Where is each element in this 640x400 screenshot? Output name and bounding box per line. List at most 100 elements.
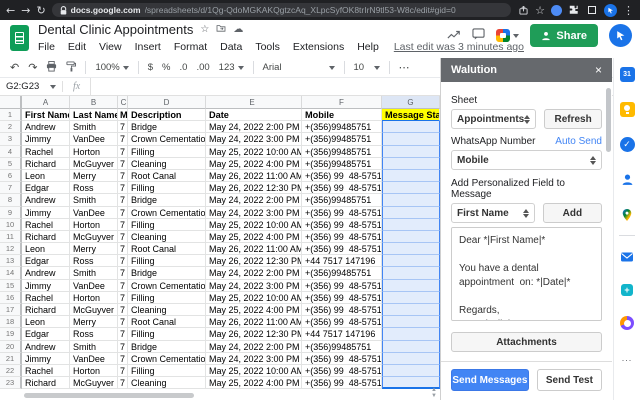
table-row[interactable]: 9 Jimmy VanDee 7 Crown Cementation May 24, 20… bbox=[0, 206, 440, 219]
contacts-icon[interactable] bbox=[620, 172, 635, 187]
percent-format-button[interactable]: % bbox=[162, 62, 170, 73]
cell[interactable]: 7 bbox=[118, 304, 128, 317]
cell[interactable]: 7 bbox=[118, 352, 128, 365]
cell[interactable]: VanDee bbox=[70, 279, 118, 292]
cell[interactable]: +(356) 99 48-5751 bbox=[302, 279, 382, 292]
cell[interactable]: Bridge bbox=[128, 340, 206, 353]
cell[interactable]: May 24, 2022 2:00 PM bbox=[206, 340, 302, 353]
row-number[interactable]: 17 bbox=[0, 304, 22, 317]
row-number[interactable]: 15 bbox=[0, 279, 22, 292]
selected-cell[interactable] bbox=[382, 267, 440, 280]
cell[interactable]: +(356)99485751 bbox=[302, 121, 382, 134]
share-button[interactable]: Share bbox=[530, 24, 598, 47]
cell[interactable]: 7 bbox=[118, 340, 128, 353]
cell[interactable]: Rachel bbox=[22, 145, 70, 158]
cell[interactable]: Bridge bbox=[128, 121, 206, 134]
cell[interactable]: May 24, 2022 2:00 PM bbox=[206, 267, 302, 280]
field-select[interactable]: First Name bbox=[451, 203, 535, 223]
cell[interactable]: Merry bbox=[70, 316, 118, 329]
attachments-button[interactable]: Attachments bbox=[451, 332, 602, 352]
col-header-d[interactable]: D bbox=[128, 96, 206, 109]
cell[interactable]: May 25, 2022 4:00 PM bbox=[206, 230, 302, 244]
cell[interactable]: 7 bbox=[118, 377, 128, 390]
calendar-icon[interactable]: 31 bbox=[619, 67, 635, 82]
cell[interactable]: Rachel bbox=[22, 291, 70, 304]
cell[interactable]: May 24, 2022 3:00 PM bbox=[206, 352, 302, 365]
currency-format-button[interactable]: $ bbox=[148, 62, 153, 73]
addon-teal-icon[interactable]: + bbox=[621, 284, 633, 296]
share-page-icon[interactable] bbox=[517, 4, 529, 16]
row-number[interactable]: 12 bbox=[0, 243, 22, 256]
table-row[interactable]: 22 Rachel Horton 7 Filling May 25, 2022 10:00… bbox=[0, 364, 440, 378]
cell[interactable]: Bridge bbox=[128, 267, 206, 280]
cell[interactable]: VanDee bbox=[70, 206, 118, 219]
cell[interactable]: VanDee bbox=[70, 133, 118, 146]
selected-cell[interactable] bbox=[382, 340, 440, 353]
undo-icon[interactable]: ↶ bbox=[10, 62, 19, 73]
cell[interactable]: Rachel bbox=[22, 218, 70, 231]
cell[interactable]: 7 bbox=[118, 169, 128, 183]
extensions-puzzle-icon[interactable] bbox=[568, 4, 580, 16]
cell[interactable]: Andrew bbox=[22, 267, 70, 280]
cell[interactable]: Edgar bbox=[22, 182, 70, 195]
table-row[interactable]: 2 Andrew Smith 7 Bridge May 24, 2022 2:00 PM +… bbox=[0, 121, 440, 134]
cell[interactable]: Horton bbox=[70, 145, 118, 158]
cell[interactable]: +44 7517 147196 bbox=[302, 328, 382, 341]
menu-tools[interactable]: Tools bbox=[255, 41, 280, 53]
table-row[interactable]: 10 Rachel Horton 7 Filling May 25, 2022 10:00… bbox=[0, 218, 440, 231]
sidebar-scrollbar[interactable] bbox=[606, 88, 611, 152]
cell[interactable]: Horton bbox=[70, 218, 118, 231]
cell[interactable]: May 25, 2022 10:00 AM bbox=[206, 218, 302, 231]
cell[interactable]: Root Canal bbox=[128, 243, 206, 256]
cell[interactable]: Cleaning bbox=[128, 157, 206, 170]
cell[interactable]: McGuyver bbox=[70, 230, 118, 244]
table-row[interactable]: 20 Andrew Smith 7 Bridge May 24, 2022 2:00 PM… bbox=[0, 340, 440, 353]
font-select[interactable]: Arial bbox=[263, 62, 335, 73]
star-icon[interactable]: ☆ bbox=[200, 24, 209, 35]
cell[interactable]: May 24, 2022 2:00 PM bbox=[206, 194, 302, 207]
close-icon[interactable]: × bbox=[595, 63, 602, 77]
table-row[interactable]: 7 Edgar Ross 7 Filling May 26, 2022 12:30 PM +… bbox=[0, 182, 440, 195]
maps-icon[interactable] bbox=[620, 207, 635, 222]
cell[interactable]: 7 bbox=[118, 364, 128, 378]
table-row[interactable]: 11 Richard McGuyver 7 Cleaning May 25, 2022 4… bbox=[0, 230, 440, 244]
cell[interactable]: 7 bbox=[118, 206, 128, 219]
font-size-select[interactable]: 10 bbox=[354, 62, 380, 73]
selected-cell[interactable] bbox=[382, 316, 440, 329]
cell[interactable]: Richard bbox=[22, 377, 70, 390]
row-number[interactable]: 18 bbox=[0, 316, 22, 329]
header-last-name[interactable]: Last Name bbox=[70, 109, 118, 122]
menu-file[interactable]: File bbox=[38, 41, 55, 53]
cell[interactable]: Ross bbox=[70, 182, 118, 195]
selected-cell[interactable] bbox=[382, 157, 440, 170]
row-number[interactable]: 23 bbox=[0, 377, 22, 390]
horizontal-scrollbar[interactable] bbox=[24, 393, 194, 398]
cell[interactable]: +(356) 99 48-5751 bbox=[302, 316, 382, 329]
menu-edit[interactable]: Edit bbox=[68, 41, 86, 53]
cell[interactable]: May 24, 2022 2:00 PM bbox=[206, 121, 302, 134]
table-row[interactable]: 21 Jimmy VanDee 7 Crown Cementation May 24, 2… bbox=[0, 352, 440, 365]
cell[interactable]: Merry bbox=[70, 243, 118, 256]
cell[interactable]: May 24, 2022 3:00 PM bbox=[206, 133, 302, 146]
select-all-corner[interactable] bbox=[0, 96, 22, 109]
cell[interactable]: +(356) 99 48-5751 bbox=[302, 304, 382, 317]
cell[interactable]: 7 bbox=[118, 194, 128, 207]
table-row[interactable]: 17 Richard McGuyver 7 Cleaning May 25, 2022 4… bbox=[0, 304, 440, 317]
cell[interactable]: Ross bbox=[70, 255, 118, 268]
cell[interactable]: 7 bbox=[118, 230, 128, 244]
cell[interactable]: May 26, 2022 12:30 PM bbox=[206, 182, 302, 195]
cell[interactable]: McGuyver bbox=[70, 157, 118, 170]
number-format-select[interactable]: 123 bbox=[219, 62, 244, 73]
selected-cell[interactable] bbox=[382, 364, 440, 378]
header-date[interactable]: Date bbox=[206, 109, 302, 122]
cell[interactable]: +(356) 99 48-5751 bbox=[302, 291, 382, 304]
col-header-f[interactable]: F bbox=[302, 96, 382, 109]
back-icon[interactable]: ← bbox=[6, 5, 15, 16]
cell[interactable]: May 26, 2022 11:00 AM bbox=[206, 316, 302, 329]
insights-icon[interactable] bbox=[447, 27, 461, 45]
address-bar[interactable]: docs.google.com/spreadsheets/d/1Qg-QdoMG… bbox=[51, 3, 512, 17]
cell[interactable]: 7 bbox=[118, 279, 128, 292]
cell[interactable]: 7 bbox=[118, 316, 128, 329]
bookmark-star-icon[interactable]: ☆ bbox=[535, 5, 545, 16]
cell[interactable]: Cleaning bbox=[128, 230, 206, 244]
